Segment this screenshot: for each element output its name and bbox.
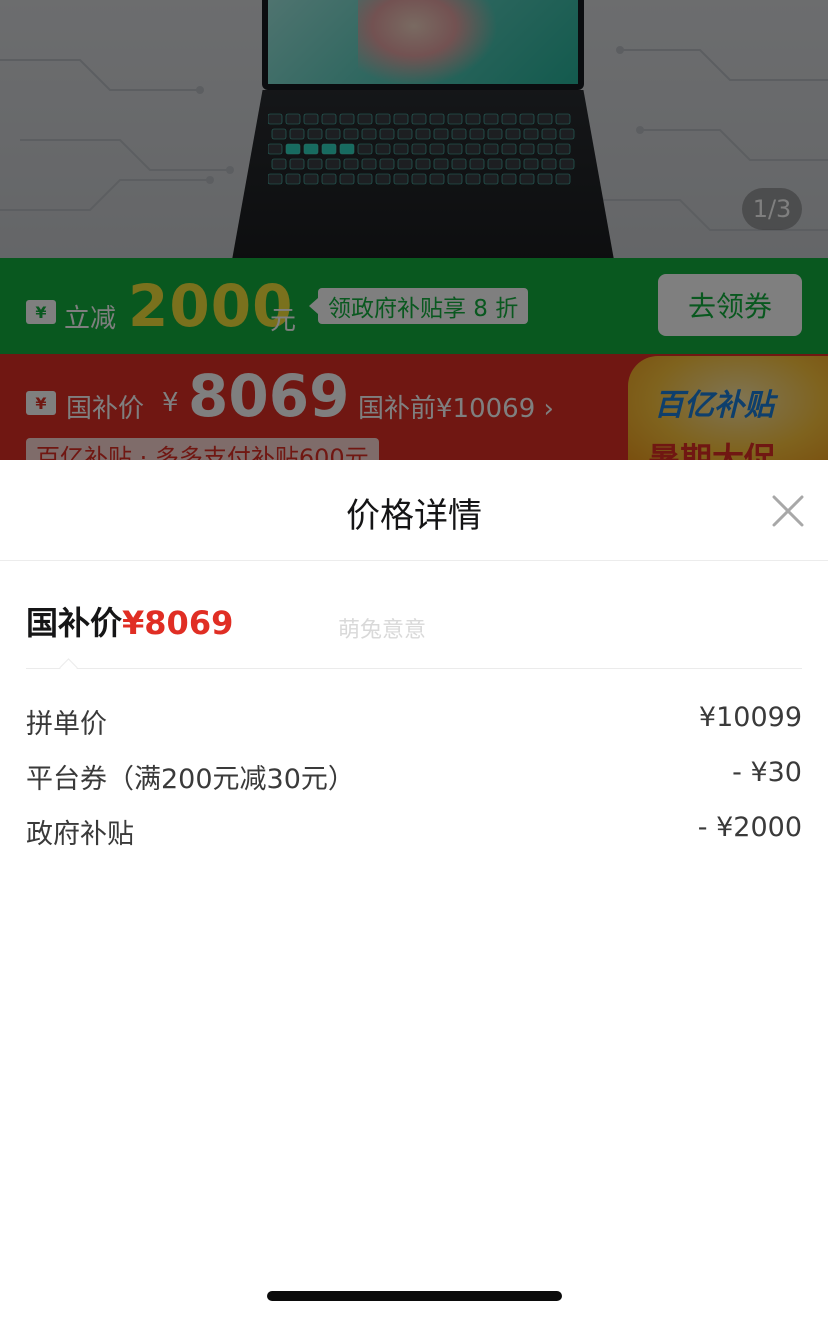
total-price-row: 国补价¥8069 — [26, 598, 233, 642]
total-price-value: ¥8069 — [122, 604, 234, 642]
divider — [26, 668, 802, 669]
sheet-header: 价格详情 — [0, 460, 828, 561]
sheet-title: 价格详情 — [346, 496, 482, 536]
price-detail-sheet: 价格详情 国补价¥8069 萌兔意意 拼单价 ¥10099 平台券（满200元减… — [0, 460, 828, 1319]
price-line-item: 政府补贴 - ¥2000 — [26, 812, 802, 852]
line-item-value: - ¥2000 — [697, 812, 802, 843]
line-item-label: 拼单价 — [26, 709, 107, 740]
close-icon[interactable] — [770, 493, 806, 529]
line-item-value: ¥10099 — [698, 702, 802, 733]
line-item-label: 平台券（满200元减30元） — [26, 764, 355, 795]
divider-notch — [59, 658, 78, 677]
price-line-item: 拼单价 ¥10099 — [26, 702, 802, 742]
watermark: 萌兔意意 — [338, 618, 427, 643]
price-line-item: 平台券（满200元减30元） - ¥30 — [26, 757, 802, 797]
home-indicator[interactable] — [267, 1291, 562, 1301]
modal-overlay[interactable] — [0, 0, 828, 460]
product-page-background: 1/3 ¥ 立减 2000 元 领政府补贴享 8 折 去领券 ¥ 国补价 ¥ 8… — [0, 0, 828, 460]
line-item-label: 政府补贴 — [26, 819, 134, 850]
line-item-value: - ¥30 — [732, 757, 802, 788]
total-price-label: 国补价 — [26, 604, 123, 642]
